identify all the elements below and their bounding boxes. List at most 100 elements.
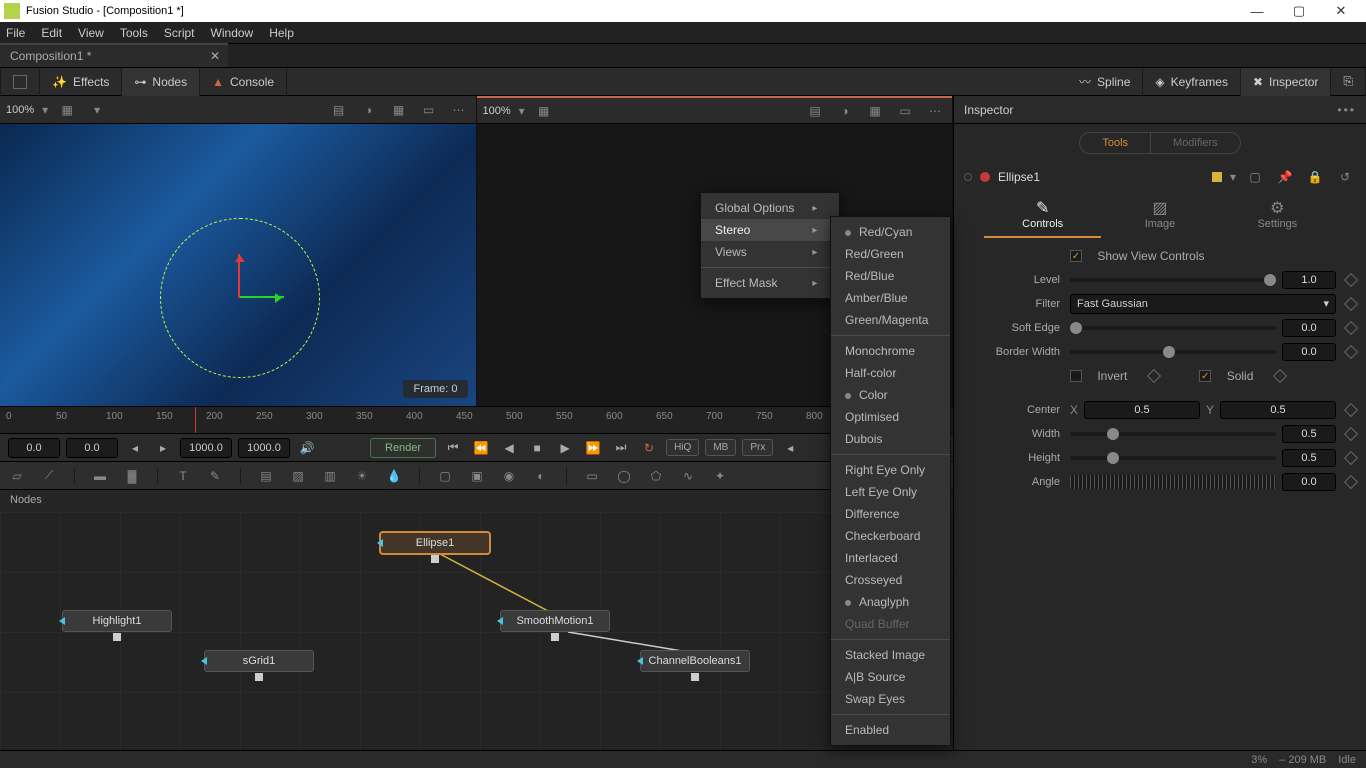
3d-icon[interactable]: ◐ (530, 465, 552, 487)
close-button[interactable]: ✕ (1320, 3, 1362, 19)
grid-icon[interactable]: ▦ (388, 99, 410, 121)
effects-panel-button[interactable]: ✨ Effects (40, 68, 122, 96)
step-fwd-icon[interactable]: ⏩ (582, 437, 604, 459)
menu-item[interactable]: Global Options▸ (701, 197, 839, 219)
prev-key-icon[interactable]: ◂ (124, 437, 146, 459)
viewer-toggle[interactable] (0, 68, 40, 96)
next-key-icon[interactable]: ▸ (152, 437, 174, 459)
menu-tools[interactable]: Tools (120, 26, 148, 40)
borderwidth-slider[interactable] (1070, 350, 1276, 354)
menu-item[interactable]: Amber/Blue (831, 287, 950, 309)
inspector-menu-icon[interactable]: ••• (1337, 103, 1356, 117)
merge-icon[interactable]: ▢ (434, 465, 456, 487)
menu-window[interactable]: Window (211, 26, 254, 40)
y-axis-handle[interactable] (238, 254, 240, 298)
menu-item[interactable]: Left Eye Only (831, 481, 950, 503)
ellipse-mask-icon[interactable]: ◯ (613, 465, 635, 487)
menu-item[interactable]: Effect Mask▸ (701, 272, 839, 294)
keyframe-icon[interactable] (1147, 369, 1161, 383)
detach-button[interactable]: ⎘ (1331, 68, 1366, 96)
bspline-mask-icon[interactable]: ∿ (677, 465, 699, 487)
blur-icon[interactable]: 💧 (383, 465, 405, 487)
keyframe-icon[interactable] (1344, 451, 1358, 465)
range-end[interactable]: 1000.0 (238, 438, 290, 458)
angle-value[interactable]: 0.0 (1282, 473, 1336, 491)
settings-tab[interactable]: ⚙Settings (1219, 198, 1336, 238)
menu-item[interactable]: Green/Magenta (831, 309, 950, 331)
keyframe-icon[interactable] (1344, 273, 1358, 287)
stop-icon[interactable]: ■ (526, 437, 548, 459)
menu-edit[interactable]: Edit (41, 26, 62, 40)
menu-item[interactable]: Color (831, 384, 950, 406)
inspector-panel-button[interactable]: ✖ Inspector (1241, 68, 1331, 96)
brightness-icon[interactable]: ☀ (351, 465, 373, 487)
menu-item[interactable]: Anaglyph (831, 591, 950, 613)
menu-view[interactable]: View (78, 26, 104, 40)
range-out[interactable]: 1000.0 (180, 438, 232, 458)
menu-item[interactable]: Enabled (831, 719, 950, 741)
menu-item[interactable]: Interlaced (831, 547, 950, 569)
goto-start-icon[interactable]: ⏮ (442, 437, 464, 459)
menu-item[interactable]: Red/Cyan (831, 221, 950, 243)
more-icon[interactable]: ⋯ (924, 100, 946, 122)
width-slider[interactable] (1070, 432, 1276, 436)
menu-item[interactable]: Dubois (831, 428, 950, 450)
lock-icon[interactable]: 🔒 (1304, 166, 1326, 188)
current-frame[interactable]: 0.0 (66, 438, 118, 458)
document-tab[interactable]: Composition1 * ✕ (0, 43, 228, 67)
layout-icon[interactable]: ▦ (533, 100, 555, 122)
menu-item[interactable]: Stereo▸ (701, 219, 839, 241)
node-flow[interactable]: Highlight1sGrid1Ellipse1SmoothMotion1Cha… (0, 512, 953, 750)
grid-icon[interactable]: ▦ (864, 100, 886, 122)
node-chanbool[interactable]: ChannelBooleans1 (640, 650, 750, 672)
maximize-button[interactable]: ▢ (1278, 3, 1320, 19)
spline-panel-button[interactable]: 〰 Spline (1067, 68, 1143, 96)
prx-toggle[interactable]: Prx (742, 439, 773, 456)
level-value[interactable]: 1.0 (1282, 271, 1336, 289)
invert-checkbox[interactable] (1070, 370, 1082, 382)
menu-item[interactable]: Red/Blue (831, 265, 950, 287)
softedge-slider[interactable] (1070, 326, 1276, 330)
node-sgrid[interactable]: sGrid1 (204, 650, 314, 672)
mask1-icon[interactable]: ▤ (255, 465, 277, 487)
text-tool-icon[interactable]: T (172, 465, 194, 487)
zoom-b[interactable]: 100% (483, 105, 511, 117)
solid-checkbox[interactable] (1199, 370, 1211, 382)
version-icon[interactable] (1212, 172, 1222, 182)
mask3-icon[interactable]: ▥ (319, 465, 341, 487)
zoom-a[interactable]: 100% (6, 104, 34, 116)
node-smooth[interactable]: SmoothMotion1 (500, 610, 610, 632)
bg-tool-icon[interactable]: ▬ (89, 465, 111, 487)
histogram-icon[interactable]: ▤ (328, 99, 350, 121)
range-in[interactable]: 0.0 (8, 438, 60, 458)
stereo-submenu[interactable]: Red/CyanRed/GreenRed/BlueAmber/BlueGreen… (830, 216, 951, 746)
height-slider[interactable] (1070, 456, 1276, 460)
ellipse-overlay[interactable] (160, 218, 320, 378)
keyframe-icon[interactable] (1344, 475, 1358, 489)
cam-icon[interactable]: ◉ (498, 465, 520, 487)
channel-icon[interactable]: ◑ (358, 99, 380, 121)
menu-item[interactable]: Swap Eyes (831, 688, 950, 710)
borderwidth-value[interactable]: 0.0 (1282, 343, 1336, 361)
time-ruler[interactable]: 0501001502002503003504004505005506006507… (0, 406, 953, 434)
menu-item[interactable]: Views▸ (701, 241, 839, 263)
layout-icon[interactable]: ▦ (56, 99, 78, 121)
nodes-panel-button[interactable]: ⊶ Nodes (122, 68, 200, 96)
image-tab[interactable]: ▨Image (1101, 198, 1218, 238)
keyframe-icon[interactable] (1344, 345, 1358, 359)
enable-dot[interactable] (964, 173, 972, 181)
softedge-value[interactable]: 0.0 (1282, 319, 1336, 337)
paint-tool-icon[interactable]: ✎ (204, 465, 226, 487)
height-value[interactable]: 0.5 (1282, 449, 1336, 467)
window-icon[interactable]: ▢ (1244, 166, 1266, 188)
audio-icon[interactable]: 🔊 (296, 437, 318, 459)
keyframe-icon[interactable] (1344, 403, 1358, 417)
histogram-icon[interactable]: ▤ (804, 100, 826, 122)
keyframe-icon[interactable] (1344, 427, 1358, 441)
mb-toggle[interactable]: MB (705, 439, 736, 456)
xf-icon[interactable]: ▣ (466, 465, 488, 487)
hiq-toggle[interactable]: HiQ (666, 439, 699, 456)
fastnoise-tool-icon[interactable]: ▓ (121, 465, 143, 487)
poly-mask-icon[interactable]: ⬠ (645, 465, 667, 487)
menu-file[interactable]: File (6, 26, 25, 40)
